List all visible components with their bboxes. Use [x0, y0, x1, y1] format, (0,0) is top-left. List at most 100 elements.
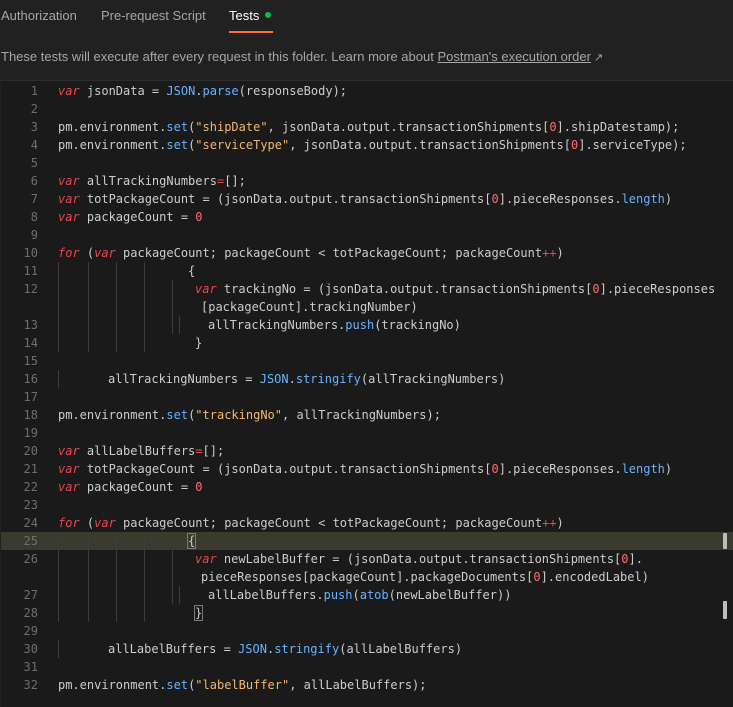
indent-guide: [58, 532, 59, 550]
indent-guide: [88, 334, 89, 352]
line-number: 9: [30, 228, 38, 242]
code-line[interactable]: 32 pm.environment.set("labelBuffer", allL…: [1, 676, 733, 694]
line-number: 20: [23, 444, 38, 458]
line-number: 22: [23, 480, 38, 494]
cursor-marker[interactable]: [723, 533, 727, 549]
indent-guide: [144, 280, 145, 298]
line-number: 4: [30, 138, 38, 152]
code-text: allTrackingNumbers.push(trackingNo): [208, 318, 461, 332]
code-line[interactable]: 19: [1, 424, 733, 442]
code-text: pm.environment.set("labelBuffer", allLab…: [58, 678, 427, 692]
indent-guide: [179, 586, 180, 604]
code-line[interactable]: 11 {: [1, 262, 733, 280]
indent-guide: [144, 334, 145, 352]
line-number: 12: [23, 282, 38, 296]
code-line[interactable]: 6 var allTrackingNumbers=[];: [1, 172, 733, 190]
code-line[interactable]: 25 {: [1, 532, 733, 550]
indent-guide: [116, 550, 117, 568]
indent-guide: [172, 550, 173, 568]
code-line[interactable]: 1 var jsonData = JSON.parse(responseBody)…: [1, 82, 733, 100]
indent-guide: [88, 532, 89, 550]
code-text: var packageCount = 0: [58, 210, 203, 224]
code-line[interactable]: 5: [1, 154, 733, 172]
tab-tests[interactable]: Tests: [229, 8, 272, 24]
code-line[interactable]: 15: [1, 352, 733, 370]
indent-guide: [88, 550, 89, 568]
indent-guide: [172, 586, 173, 604]
indent-guide: [58, 280, 59, 298]
indent-guide: [88, 298, 89, 316]
indent-guide: [88, 568, 89, 586]
line-number: 3: [30, 120, 38, 134]
indent-guide: [144, 586, 145, 604]
code-line[interactable]: 7 var totPackageCount = (jsonData.output.…: [1, 190, 733, 208]
line-number: 18: [23, 408, 38, 422]
indent-guide: [172, 568, 173, 586]
code-line[interactable]: 2: [1, 100, 733, 118]
line-number: 14: [23, 336, 38, 350]
code-line[interactable]: 13 allTrackingNumbers.push(trackingNo): [1, 316, 733, 334]
code-line[interactable]: 14}: [1, 334, 733, 352]
execution-order-link[interactable]: Postman's execution order: [437, 49, 591, 64]
code-line[interactable]: 24 for (var packageCount; packageCount < …: [1, 514, 733, 532]
code-line[interactable]: 28}: [1, 604, 733, 622]
code-line[interactable]: 29: [1, 622, 733, 640]
code-text: var jsonData = JSON.parse(responseBody);: [58, 84, 348, 98]
indent-guide: [179, 316, 180, 334]
code-text: var trackingNo = (jsonData.output.transa…: [195, 282, 716, 296]
code-text: allLabelBuffers = JSON.stringify(allLabe…: [108, 642, 463, 656]
indent-guide: [88, 316, 89, 334]
code-text: pieceResponses[packageCount].packageDocu…: [201, 570, 649, 584]
code-text: var allTrackingNumbers=[];: [58, 174, 246, 188]
code-line[interactable]: 3 pm.environment.set("shipDate", jsonData…: [1, 118, 733, 136]
indent-guide: [144, 262, 145, 280]
code-line[interactable]: 8 var packageCount = 0: [1, 208, 733, 226]
tab-pre-request-script[interactable]: Pre-request Script: [101, 8, 206, 24]
code-line[interactable]: 18 pm.environment.set("trackingNo", allTr…: [1, 406, 733, 424]
indent-guide: [58, 550, 59, 568]
code-text: {: [186, 533, 197, 549]
code-line[interactable]: 4 pm.environment.set("serviceType", jsonD…: [1, 136, 733, 154]
indent-guide: [116, 604, 117, 622]
code-line[interactable]: 10 for (var packageCount; packageCount < …: [1, 244, 733, 262]
code-text: var totPackageCount = (jsonData.output.t…: [58, 462, 673, 476]
indent-guide: [116, 586, 117, 604]
code-line[interactable]: 21 var totPackageCount = (jsonData.output…: [1, 460, 733, 478]
scrollbar-thumb[interactable]: [723, 601, 727, 619]
line-number: 24: [23, 516, 38, 530]
indent-guide: [58, 370, 59, 388]
indent-guide: [58, 334, 59, 352]
code-line[interactable]: 26 var newLabelBuffer = (jsonData.output.…: [1, 550, 733, 568]
code-text: allLabelBuffers.push(atob(newLabelBuffer…: [208, 588, 512, 602]
code-line[interactable]: 20 var allLabelBuffers=[];: [1, 442, 733, 460]
code-line[interactable]: 27 allLabelBuffers.push(atob(newLabelBuff…: [1, 586, 733, 604]
line-number: 8: [30, 210, 38, 224]
code-line[interactable]: 12 var trackingNo = (jsonData.output.tran…: [1, 280, 733, 298]
code-editor[interactable]: 1 var jsonData = JSON.parse(responseBody)…: [1, 80, 733, 707]
code-line[interactable]: 31: [1, 658, 733, 676]
code-text: var totPackageCount = (jsonData.output.t…: [58, 192, 673, 206]
code-line[interactable]: [packageCount].trackingNumber): [1, 298, 733, 316]
code-line[interactable]: 30 allLabelBuffers = JSON.stringify(allLa…: [1, 640, 733, 658]
tab-authorization[interactable]: Authorization: [1, 8, 77, 24]
code-line[interactable]: 22 var packageCount = 0: [1, 478, 733, 496]
indent-guide: [144, 568, 145, 586]
indent-guide: [58, 316, 59, 334]
line-number: 19: [23, 426, 38, 440]
line-number: 16: [23, 372, 38, 386]
line-number: 28: [23, 606, 38, 620]
code-line[interactable]: pieceResponses[packageCount].packageDocu…: [1, 568, 733, 586]
info-text: These tests will execute after every req…: [1, 49, 438, 64]
code-line[interactable]: 23: [1, 496, 733, 514]
indent-guide: [58, 568, 59, 586]
line-number: 5: [30, 156, 38, 170]
code-line[interactable]: 16 allTrackingNumbers = JSON.stringify(al…: [1, 370, 733, 388]
indent-guide: [88, 586, 89, 604]
code-text: for (var packageCount; packageCount < to…: [58, 516, 564, 530]
code-line[interactable]: 17: [1, 388, 733, 406]
code-text: }: [193, 605, 204, 621]
code-text: {: [188, 264, 196, 278]
code-text: allTrackingNumbers = JSON.stringify(allT…: [108, 372, 506, 386]
line-number: 29: [23, 624, 38, 638]
code-line[interactable]: 9: [1, 226, 733, 244]
